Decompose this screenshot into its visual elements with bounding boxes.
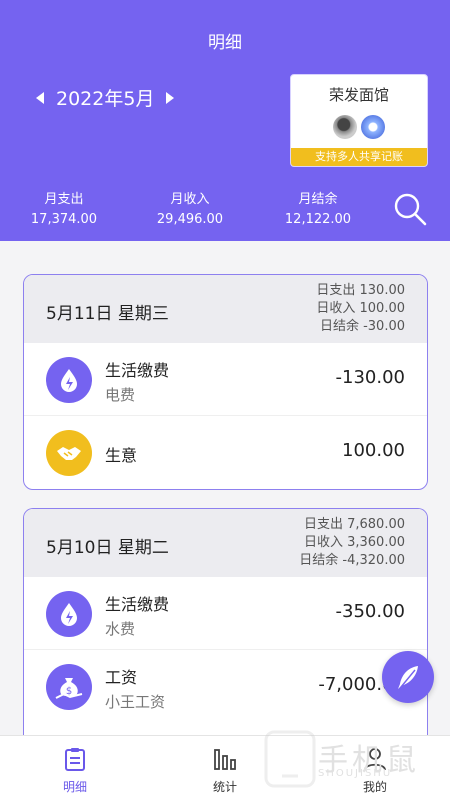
handshake-icon xyxy=(46,430,92,476)
stat-monthly-balance: 月结余 12,122.00 xyxy=(268,188,368,227)
month-selector: 2022年5月 xyxy=(36,84,175,111)
day-header: 5月10日 星期二 日支出 7,680.00 日收入 3,360.00 日结余 … xyxy=(24,509,427,577)
transaction-note: 小王工资 xyxy=(105,693,166,711)
transaction-note: 水费 xyxy=(105,620,136,638)
transaction-amount: 100.00 xyxy=(342,440,405,461)
bar-chart-icon xyxy=(214,749,236,770)
search-icon[interactable] xyxy=(392,191,428,227)
water-drop-icon xyxy=(46,591,92,637)
transaction-note: 电费 xyxy=(105,386,136,404)
next-month-icon[interactable] xyxy=(166,91,175,104)
money-bag-icon: $ xyxy=(46,664,92,710)
stat-value: 12,122.00 xyxy=(284,212,352,227)
transaction-category: 工资 xyxy=(105,668,138,687)
member-avatars xyxy=(291,115,427,139)
current-month[interactable]: 2022年5月 xyxy=(56,84,154,111)
stat-monthly-expense: 月支出 17,374.00 xyxy=(14,188,114,227)
stat-label: 月结余 xyxy=(298,192,338,207)
day-expense: 日支出 130.00 xyxy=(316,283,405,298)
tab-label: 明细 xyxy=(62,780,87,794)
stat-label: 月支出 xyxy=(44,192,84,207)
day-balance: 日结余 -4,320.00 xyxy=(299,553,405,568)
transaction-category: 生意 xyxy=(105,446,138,465)
water-drop-icon xyxy=(46,357,92,403)
share-banner[interactable]: 支持多人共享记账 xyxy=(291,148,427,166)
transaction-row[interactable]: $ 工资 小王工资 -7,000.00 xyxy=(24,650,427,723)
day-card: 5月10日 星期二 日支出 7,680.00 日收入 3,360.00 日结余 … xyxy=(23,508,428,748)
stat-value: 17,374.00 xyxy=(30,212,98,227)
transaction-category: 生活缴费 xyxy=(105,361,170,380)
stat-monthly-income: 月收入 29,496.00 xyxy=(140,188,240,227)
add-record-button[interactable] xyxy=(382,651,434,703)
prev-month-icon[interactable] xyxy=(36,91,44,104)
tab-label: 统计 xyxy=(212,780,237,794)
transaction-amount: -130.00 xyxy=(335,367,405,388)
transaction-row[interactable]: 生意 100.00 xyxy=(24,416,427,489)
account-book-card[interactable]: 荣发面馆 支持多人共享记账 xyxy=(290,74,428,167)
avatar xyxy=(333,115,357,139)
day-balance: 日结余 -30.00 xyxy=(319,319,405,334)
tab-statistics[interactable]: 统计 xyxy=(190,746,260,795)
day-date: 5月10日 星期二 xyxy=(46,538,169,558)
day-income: 日收入 100.00 xyxy=(316,301,405,316)
tab-details[interactable]: 明细 xyxy=(40,746,110,795)
header-banner: 明细 2022年5月 荣发面馆 支持多人共享记账 月支出 17,374.00 月… xyxy=(0,0,450,241)
day-summary: 日支出 7,680.00 日收入 3,360.00 日结余 -4,320.00 xyxy=(299,516,405,570)
day-summary: 日支出 130.00 日收入 100.00 日结余 -30.00 xyxy=(316,282,405,336)
day-expense: 日支出 7,680.00 xyxy=(303,517,405,532)
transaction-category: 生活缴费 xyxy=(105,595,170,614)
list-icon xyxy=(65,748,85,771)
day-card: 5月11日 星期三 日支出 130.00 日收入 100.00 日结余 -30.… xyxy=(23,274,428,490)
day-income: 日收入 3,360.00 xyxy=(303,535,405,550)
stat-value: 29,496.00 xyxy=(156,212,224,227)
day-header: 5月11日 星期三 日支出 130.00 日收入 100.00 日结余 -30.… xyxy=(24,275,427,343)
watermark-subtext: SHOUJISHU xyxy=(318,768,393,779)
page-title: 明细 xyxy=(208,33,242,53)
stat-label: 月收入 xyxy=(170,192,210,207)
transaction-amount: -350.00 xyxy=(335,601,405,622)
account-book-name: 荣发面馆 xyxy=(328,86,389,104)
transaction-row[interactable]: 生活缴费 电费 -130.00 xyxy=(24,343,427,416)
feather-pen-icon xyxy=(398,666,418,689)
day-date: 5月11日 星期三 xyxy=(46,304,169,324)
transaction-row[interactable]: 生活缴费 水费 -350.00 xyxy=(24,577,427,650)
avatar xyxy=(361,115,385,139)
